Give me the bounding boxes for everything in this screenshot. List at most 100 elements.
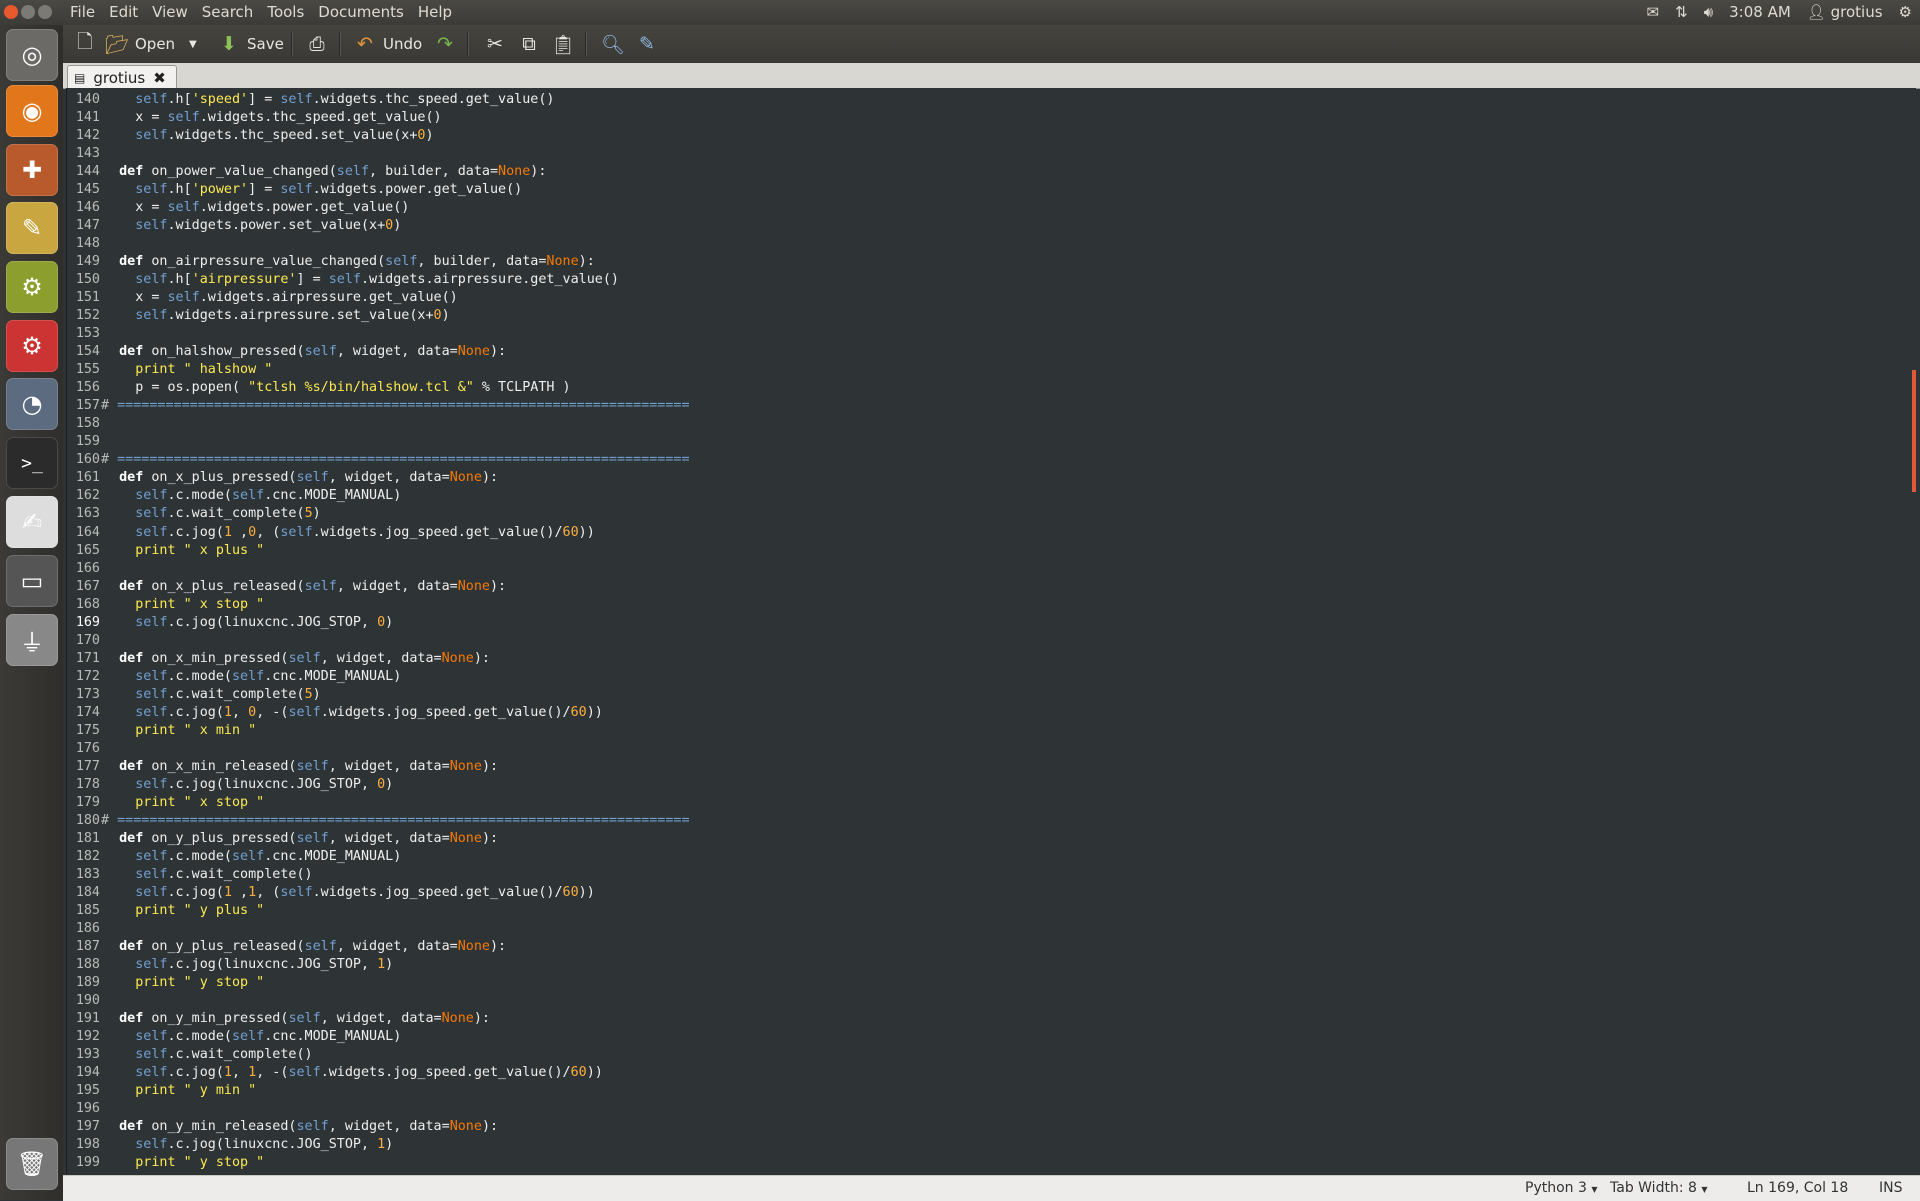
launcher: ◎ ◉ ✚ ✎ ⚙ ⚙ ◔ >_ ✍ ▭ ⏚ 🗑	[0, 25, 63, 1200]
gears-app-icon[interactable]: ⚙	[6, 261, 58, 313]
code-text: print " y stop "	[135, 975, 265, 990]
dash-home-icon[interactable]: ◎	[6, 29, 58, 81]
text-editor-icon[interactable]: ✍	[6, 496, 58, 548]
line-number: 142	[75, 128, 100, 144]
line-number: 140	[75, 92, 100, 108]
copy-button[interactable]: ⧉	[517, 31, 541, 57]
code-text: self.widgets.airpressure.set_value(x+0)	[135, 308, 450, 324]
print-button[interactable]: ⎙	[305, 31, 329, 57]
software-center-icon[interactable]: ⚙	[6, 320, 58, 372]
menu-tools[interactable]: Tools	[267, 3, 304, 21]
save-button[interactable]: ⬇ Save	[217, 31, 284, 57]
line-number: 151	[75, 290, 100, 306]
workspace-switcher-icon[interactable]: ▭	[6, 555, 58, 607]
line-number: 197	[75, 1119, 100, 1135]
code-text: def on_power_value_changed(self, builder…	[119, 164, 547, 180]
user-menu[interactable]: 👤︎ grotius	[1807, 3, 1883, 21]
line-number: 141	[75, 110, 100, 126]
code-text: self.c.wait_complete(5)	[135, 506, 321, 522]
paste-icon: 📋︎	[550, 33, 576, 56]
find-replace-icon: ✎	[639, 33, 655, 55]
line-number: 182	[75, 848, 100, 864]
line-number: 173	[75, 686, 100, 702]
find-button[interactable]: 🔍︎	[601, 31, 625, 57]
drawing-app-icon[interactable]: ✎	[6, 202, 58, 254]
firefox-icon[interactable]: ◉	[6, 85, 58, 137]
code-text: self.widgets.thc_speed.set_value(x+0)	[135, 128, 434, 144]
vertical-scrollbar[interactable]	[1910, 88, 1916, 1174]
terminal-icon[interactable]: >_	[6, 437, 58, 489]
scrollbar-thumb[interactable]	[1912, 370, 1916, 492]
chevron-down-icon: ▼	[189, 38, 197, 50]
save-label: Save	[247, 35, 284, 53]
code-text: self.widgets.power.set_value(x+0)	[135, 218, 402, 234]
line-number: 185	[75, 902, 100, 918]
insert-mode: INS	[1879, 1180, 1903, 1196]
scissors-icon: ✂	[487, 33, 503, 55]
code-text: print " y min "	[135, 1083, 257, 1099]
menu-edit[interactable]: Edit	[109, 3, 138, 21]
minimize-window-button[interactable]	[21, 5, 35, 19]
line-number: 150	[75, 272, 100, 288]
code-text: self.c.jog(linuxcnc.JOG_STOP, 0)	[135, 614, 394, 630]
code-text: print " x min "	[135, 722, 257, 738]
toolbar: 🗋 📂︎ Open ▼ ⬇ Save ⎙ ↶ Undo ↷ ✂ ⧉ 📋︎ 🔍︎ …	[63, 25, 1920, 63]
settings-gear-icon[interactable]: ⚙	[1899, 3, 1912, 21]
line-number: 168	[75, 596, 100, 612]
line-number: 180	[75, 812, 100, 828]
undo-label: Undo	[383, 35, 423, 53]
language-selector[interactable]: Python 3 ▼	[1525, 1180, 1598, 1196]
usb-drive-icon[interactable]: ⏚	[6, 614, 58, 666]
mail-icon[interactable]: ✉	[1647, 3, 1660, 21]
top-panel: File Edit View Search Tools Documents He…	[0, 0, 1920, 25]
user-icon: 👤︎	[1806, 3, 1826, 21]
line-number: 198	[75, 1137, 100, 1153]
line-number: 177	[75, 758, 100, 774]
maximize-window-button[interactable]	[38, 5, 52, 19]
close-tab-icon[interactable]: ✖	[153, 69, 166, 87]
line-number: 199	[75, 1155, 100, 1171]
code-text: def on_y_min_released(self, widget, data…	[119, 1119, 499, 1135]
code-text: def on_y_plus_released(self, widget, dat…	[119, 938, 507, 954]
code-text: self.c.mode(self.cnc.MODE_MANUAL)	[135, 488, 402, 504]
menu-documents[interactable]: Documents	[318, 3, 404, 21]
menu-bar: File Edit View Search Tools Documents He…	[70, 3, 466, 21]
network-icon[interactable]: ⇅	[1675, 3, 1688, 21]
code-editor[interactable]: 140 self.h['speed'] = self.widgets.thc_s…	[66, 88, 1916, 1174]
volume-icon[interactable]: 🔊︎	[1704, 3, 1713, 21]
language-label: Python 3	[1525, 1180, 1587, 1196]
cursor-position: Ln 169, Col 18	[1747, 1180, 1849, 1196]
open-dropdown-button[interactable]: ▼	[189, 31, 197, 57]
undo-button[interactable]: ↶ Undo	[353, 31, 422, 57]
line-number: 156	[75, 380, 100, 396]
clock[interactable]: 3:08 AM	[1729, 3, 1791, 21]
open-button[interactable]: 📂︎ Open	[105, 31, 175, 57]
save-icon: ⬇	[221, 33, 237, 55]
trash-icon[interactable]: 🗑	[6, 1138, 58, 1190]
menu-search[interactable]: Search	[202, 3, 254, 21]
menu-help[interactable]: Help	[418, 3, 452, 21]
document-icon: ▤	[74, 70, 86, 85]
paste-button[interactable]: 📋︎	[551, 31, 575, 57]
line-number: 159	[75, 434, 100, 450]
line-number: 146	[75, 200, 100, 216]
new-file-button[interactable]: 🗋	[73, 31, 97, 57]
menu-view[interactable]: View	[152, 3, 188, 21]
line-number: 169	[75, 614, 100, 630]
find-replace-button[interactable]: ✎	[635, 31, 659, 57]
redo-icon: ↷	[437, 33, 453, 55]
system-monitor-icon[interactable]: ◔	[6, 378, 58, 430]
tab-width-selector[interactable]: Tab Width: 8 ▼	[1610, 1180, 1708, 1196]
line-number: 183	[75, 866, 100, 882]
tools-app-icon[interactable]: ✚	[6, 144, 58, 196]
code-text: # ======================================…	[101, 812, 690, 828]
code-text: def on_x_min_released(self, widget, data…	[119, 758, 499, 774]
line-number: 163	[75, 506, 100, 522]
menu-file[interactable]: File	[70, 3, 95, 21]
code-text: # ======================================…	[101, 398, 690, 414]
redo-button[interactable]: ↷	[433, 31, 457, 57]
tab-grotius[interactable]: ▤ grotius ✖	[67, 65, 177, 89]
close-window-button[interactable]	[4, 5, 18, 19]
copy-icon: ⧉	[522, 33, 536, 55]
cut-button[interactable]: ✂	[483, 31, 507, 57]
